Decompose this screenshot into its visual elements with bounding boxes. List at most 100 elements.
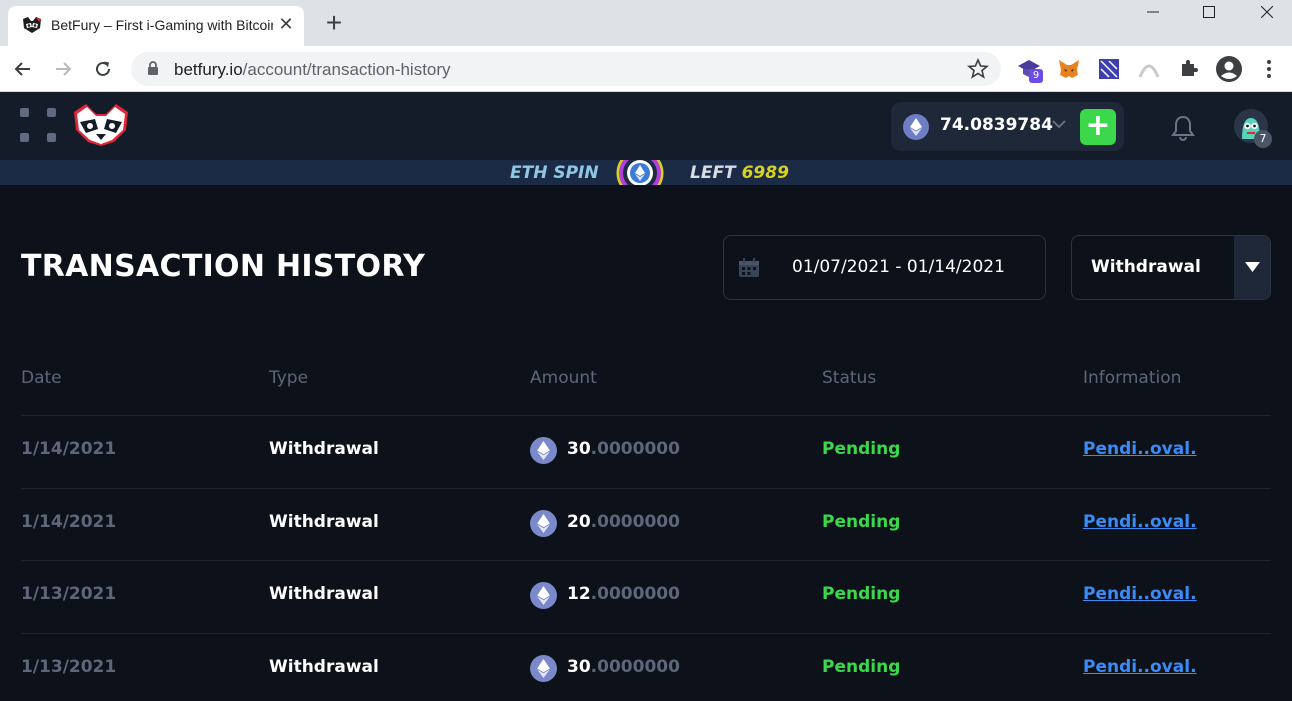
column-header-information: Information [1083,368,1182,388]
row-divider [21,487,1271,489]
column-header-type: Type [269,368,309,388]
transaction-type-select[interactable]: Withdrawal [1071,235,1271,300]
back-button[interactable] [9,55,37,83]
extension-4[interactable] [1137,57,1161,81]
type-select-arrow[interactable] [1234,236,1270,299]
profile-button[interactable] [1215,55,1243,83]
date-range-picker[interactable]: 01/07/2021 - 01/14/2021 [723,235,1046,300]
page-title: TRANSACTION HISTORY [21,249,426,284]
row-info-link[interactable]: Pendi..oval. [1083,512,1197,532]
amount-integer: 12 [567,584,591,604]
ethereum-icon [530,582,557,609]
purple-box-icon [1099,59,1119,79]
star-icon[interactable] [967,58,989,80]
row-status-badge: Pending [822,584,901,604]
promo-left-text: ETH SPIN [510,163,599,183]
row-info-link[interactable]: Pendi..oval. [1083,657,1197,677]
row-date: 1/13/2021 [21,584,117,604]
column-header-date: Date [21,368,62,388]
plus-icon: + [1085,108,1111,143]
lock-icon [148,61,158,75]
reload-button[interactable] [89,55,117,83]
forward-button[interactable] [49,55,77,83]
eth-spin-promo-banner[interactable]: ETH SPIN LEFT 6989 [0,160,1292,185]
row-divider [21,560,1271,561]
browser-tab[interactable]: BetFury – First i-Gaming with Bitcoin ✕ [8,6,304,46]
url-host: betfury.io [174,60,243,79]
column-header-amount: Amount [530,368,597,388]
row-type: Withdrawal [269,656,379,677]
extension-3[interactable] [1097,57,1121,81]
close-window-button[interactable] [1244,0,1290,26]
calendar-icon [739,258,759,277]
minimize-button[interactable] [1130,0,1176,26]
row-info-link[interactable]: Pendi..oval. [1083,584,1197,604]
amount-decimal: .0000000 [590,439,680,459]
extension-badge: 9 [1029,69,1043,83]
extension-1[interactable]: 9 [1017,57,1043,83]
minimize-icon [1147,11,1159,13]
row-date: 1/13/2021 [21,656,117,677]
site-header: 74.0839784 + 7 [0,92,1292,160]
row-type: Withdrawal [269,511,379,532]
notification-badge: 7 [1254,130,1272,148]
kebab-menu-icon [1267,60,1271,78]
triangle-down-icon [1245,262,1260,272]
row-amount: 30.0000000 [567,657,680,677]
ethereum-icon [530,654,557,682]
account-icon [1216,56,1242,82]
url-path: /account/transaction-history [242,60,451,79]
raccoon-logo-icon[interactable] [70,102,132,148]
row-type: Withdrawal [269,584,379,604]
close-icon [1261,6,1273,18]
browser-tab-bar: BetFury – First i-Gaming with Bitcoin ✕ … [0,0,1292,46]
amount-decimal: .0000000 [590,511,680,532]
spin-wheel-icon [616,160,664,185]
maximize-icon [1203,6,1215,18]
type-select-value: Withdrawal [1091,257,1201,277]
column-header-status: Status [822,368,877,388]
chevron-down-icon [1052,120,1066,129]
address-bar[interactable]: betfury.io/account/transaction-history [131,52,1001,86]
row-info-link[interactable]: Pendi..oval. [1083,439,1197,459]
metamask-fox-icon [1059,60,1079,78]
amount-decimal: .0000000 [590,584,680,604]
ethereum-icon [903,114,929,140]
avatar[interactable]: 7 [1234,109,1272,148]
row-divider [21,632,1271,634]
maximize-button[interactable] [1186,0,1232,26]
browser-menu-button[interactable] [1257,57,1281,81]
amount-integer: 30 [567,439,591,459]
row-amount: 30.0000000 [567,439,680,459]
deposit-plus-button[interactable]: + [1080,109,1116,145]
amount-decimal: .0000000 [590,656,680,677]
row-type: Withdrawal [269,439,379,459]
row-status-badge: Pending [822,656,901,677]
bell-icon[interactable] [1170,114,1196,142]
row-amount: 12.0000000 [567,584,680,604]
extensions-button[interactable] [1177,57,1201,81]
arch-icon [1138,64,1160,78]
row-date: 1/14/2021 [21,439,117,459]
promo-right-text: LEFT 6989 [690,163,789,183]
tab-title: BetFury – First i-Gaming with Bitcoin [51,17,273,33]
back-arrow-icon [14,62,30,76]
promo-count: 6989 [741,163,789,183]
balance-value: 74.0839784 [940,115,1053,135]
ethereum-icon [530,509,557,537]
ethereum-icon [530,437,557,464]
date-range-value: 01/07/2021 - 01/14/2021 [792,257,1005,277]
amount-integer: 30 [567,656,591,677]
url-text: betfury.io/account/transaction-history [174,60,451,80]
row-status-badge: Pending [822,439,901,459]
tab-close-button[interactable]: ✕ [276,14,296,34]
balance-dropdown[interactable]: 74.0839784 + [891,102,1124,151]
new-tab-button[interactable]: + [320,9,348,38]
metamask-extension[interactable] [1057,57,1081,81]
reload-icon [96,61,110,76]
grid-menu-icon[interactable] [20,108,56,144]
row-date: 1/14/2021 [21,511,117,532]
browser-toolbar: betfury.io/account/transaction-history 9 [0,46,1292,92]
forward-arrow-icon [56,62,72,76]
raccoon-favicon-icon [23,17,41,33]
